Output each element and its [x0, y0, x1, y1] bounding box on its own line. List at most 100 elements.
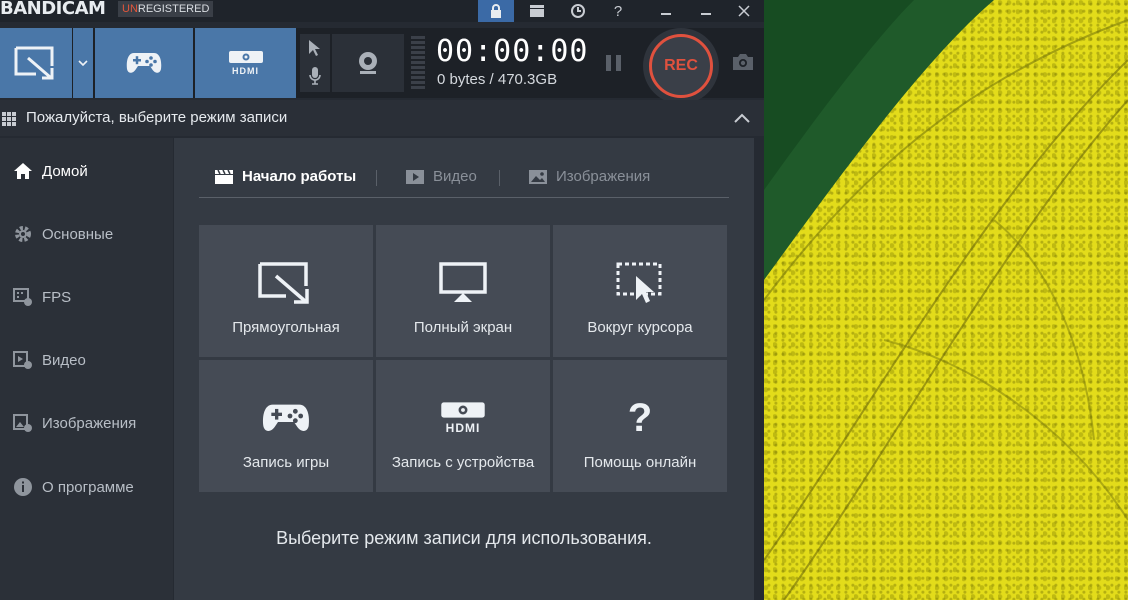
- screenshot-button[interactable]: [731, 52, 755, 77]
- sidebar-item-video[interactable]: Видео: [0, 335, 173, 385]
- desktop-background: [764, 0, 1128, 600]
- tab-label: Видео: [433, 168, 477, 185]
- lock-button[interactable]: [478, 0, 514, 22]
- gamepad-icon: [126, 53, 162, 73]
- hdmi-label: HDMI: [445, 421, 481, 435]
- window-mode-button[interactable]: [519, 0, 555, 22]
- rectangle-area-icon: [258, 259, 314, 307]
- field-texture: [764, 0, 1128, 600]
- lock-icon: [491, 4, 501, 18]
- tab-divider: [499, 170, 500, 186]
- pause-button[interactable]: [603, 52, 625, 74]
- hdmi-icon: HDMI: [440, 394, 486, 442]
- content-panel: Начало работы Видео Изображения Прямоуго…: [174, 138, 754, 600]
- device-mode-button[interactable]: HDMI: [195, 28, 296, 98]
- toolbar: HDMI 00:00:00 0 bytes / 470.3GB REC: [0, 28, 764, 104]
- home-icon: [12, 160, 34, 182]
- tile-fullscreen[interactable]: Полный экран: [376, 225, 550, 357]
- storage-readout: 0 bytes / 470.3GB: [437, 71, 558, 88]
- close-icon: [738, 5, 750, 17]
- record-button-label: REC: [649, 34, 713, 98]
- microphone-toggle[interactable]: [308, 66, 322, 91]
- sidebar-item-label: FPS: [42, 288, 72, 306]
- tile-label: Помощь онлайн: [583, 454, 697, 471]
- monitor-icon: [439, 259, 487, 307]
- sidebar-item-images[interactable]: Изображения: [0, 398, 173, 448]
- chevron-down-icon: [78, 60, 88, 66]
- tile-label: Запись с устройства: [391, 454, 535, 471]
- sidebar-item-label: О программе: [42, 478, 134, 496]
- sidebar-item-general[interactable]: Основные: [0, 209, 173, 259]
- minimize-icon: [661, 13, 671, 15]
- tile-around-cursor[interactable]: Вокруг курсора: [553, 225, 727, 357]
- bandicam-window: BANDICAM UNREGISTERED ? HDMI 00:00:00 0 …: [0, 0, 764, 600]
- tile-rectangle[interactable]: Прямоугольная: [199, 225, 373, 357]
- tab-label: Начало работы: [242, 168, 357, 185]
- game-mode-button[interactable]: [95, 28, 193, 98]
- tab-video[interactable]: Видео: [405, 168, 477, 185]
- tile-label: Полный экран: [413, 319, 513, 336]
- sidebar-item-about[interactable]: О программе: [0, 462, 173, 512]
- input-toggles: [300, 34, 330, 92]
- registration-prefix: UN: [122, 3, 138, 15]
- mode-dropdown-button[interactable]: [73, 28, 93, 98]
- maximize-icon: [701, 13, 711, 15]
- clapperboard-icon: [215, 169, 233, 184]
- info-icon: [12, 476, 34, 498]
- gamepad-icon: [262, 394, 310, 442]
- help-icon: ?: [627, 395, 653, 440]
- help-button[interactable]: ?: [600, 0, 636, 22]
- tab-bar: Начало работы Видео Изображения: [199, 160, 729, 198]
- tab-getting-started[interactable]: Начало работы: [214, 168, 356, 185]
- question-icon: ?: [613, 2, 623, 20]
- recording-timer: 00:00:00: [436, 34, 589, 69]
- tile-label: Вокруг курсора: [587, 319, 693, 336]
- registration-suffix: REGISTERED: [137, 3, 210, 15]
- rectangle-mode-button[interactable]: [0, 28, 72, 98]
- cursor-icon: [309, 40, 320, 56]
- image-icon: [529, 169, 547, 184]
- webcam-icon: [359, 52, 377, 74]
- hint-text: Выберите режим записи для использования.: [276, 528, 652, 548]
- gear-icon: [12, 223, 34, 245]
- tile-label: Запись игры: [242, 454, 330, 471]
- pause-icon: [606, 55, 621, 71]
- timer-button[interactable]: [560, 0, 596, 22]
- app-logo: BANDICAM: [0, 0, 106, 19]
- tab-label: Изображения: [556, 168, 651, 185]
- rectangle-area-icon: [14, 46, 54, 80]
- record-button[interactable]: REC: [643, 28, 719, 104]
- camera-icon: [733, 54, 753, 70]
- sidebar-item-label: Изображения: [42, 414, 137, 432]
- cursor-toggle[interactable]: [306, 38, 322, 63]
- collapse-button[interactable]: [734, 110, 750, 128]
- tab-images[interactable]: Изображения: [528, 168, 650, 185]
- chevron-up-icon: [734, 113, 750, 123]
- grid-icon: [2, 112, 16, 126]
- content-scroll-edge: [754, 138, 764, 600]
- sidebar-item-label: Видео: [42, 351, 86, 369]
- sidebar-item-label: Основные: [42, 225, 114, 243]
- maximize-button[interactable]: [688, 0, 724, 22]
- audio-level-meter: [411, 36, 425, 90]
- sidebar-item-home[interactable]: Домой: [0, 146, 173, 196]
- close-button[interactable]: [726, 0, 762, 22]
- webcam-toggle[interactable]: [332, 34, 404, 92]
- tile-device[interactable]: HDMI Запись с устройства: [376, 360, 550, 492]
- microphone-icon: [309, 67, 321, 85]
- tile-online-help[interactable]: ? Помощь онлайн: [553, 360, 727, 492]
- sidebar-item-label: Домой: [42, 162, 88, 180]
- window-icon: [530, 5, 544, 17]
- minimize-button[interactable]: [648, 0, 684, 22]
- sidebar: Домой Основные FPS Видео Изображения О п…: [0, 138, 173, 600]
- clock-icon: [571, 4, 585, 18]
- cursor-area-icon: [616, 259, 664, 307]
- play-icon: [406, 169, 424, 184]
- registration-badge[interactable]: UNREGISTERED: [118, 1, 214, 17]
- image-settings-icon: [12, 412, 34, 434]
- tile-game[interactable]: Запись игры: [199, 360, 373, 492]
- sidebar-item-fps[interactable]: FPS: [0, 272, 173, 322]
- fps-icon: [12, 286, 34, 308]
- tile-label: Прямоугольная: [232, 319, 340, 336]
- video-settings-icon: [12, 349, 34, 371]
